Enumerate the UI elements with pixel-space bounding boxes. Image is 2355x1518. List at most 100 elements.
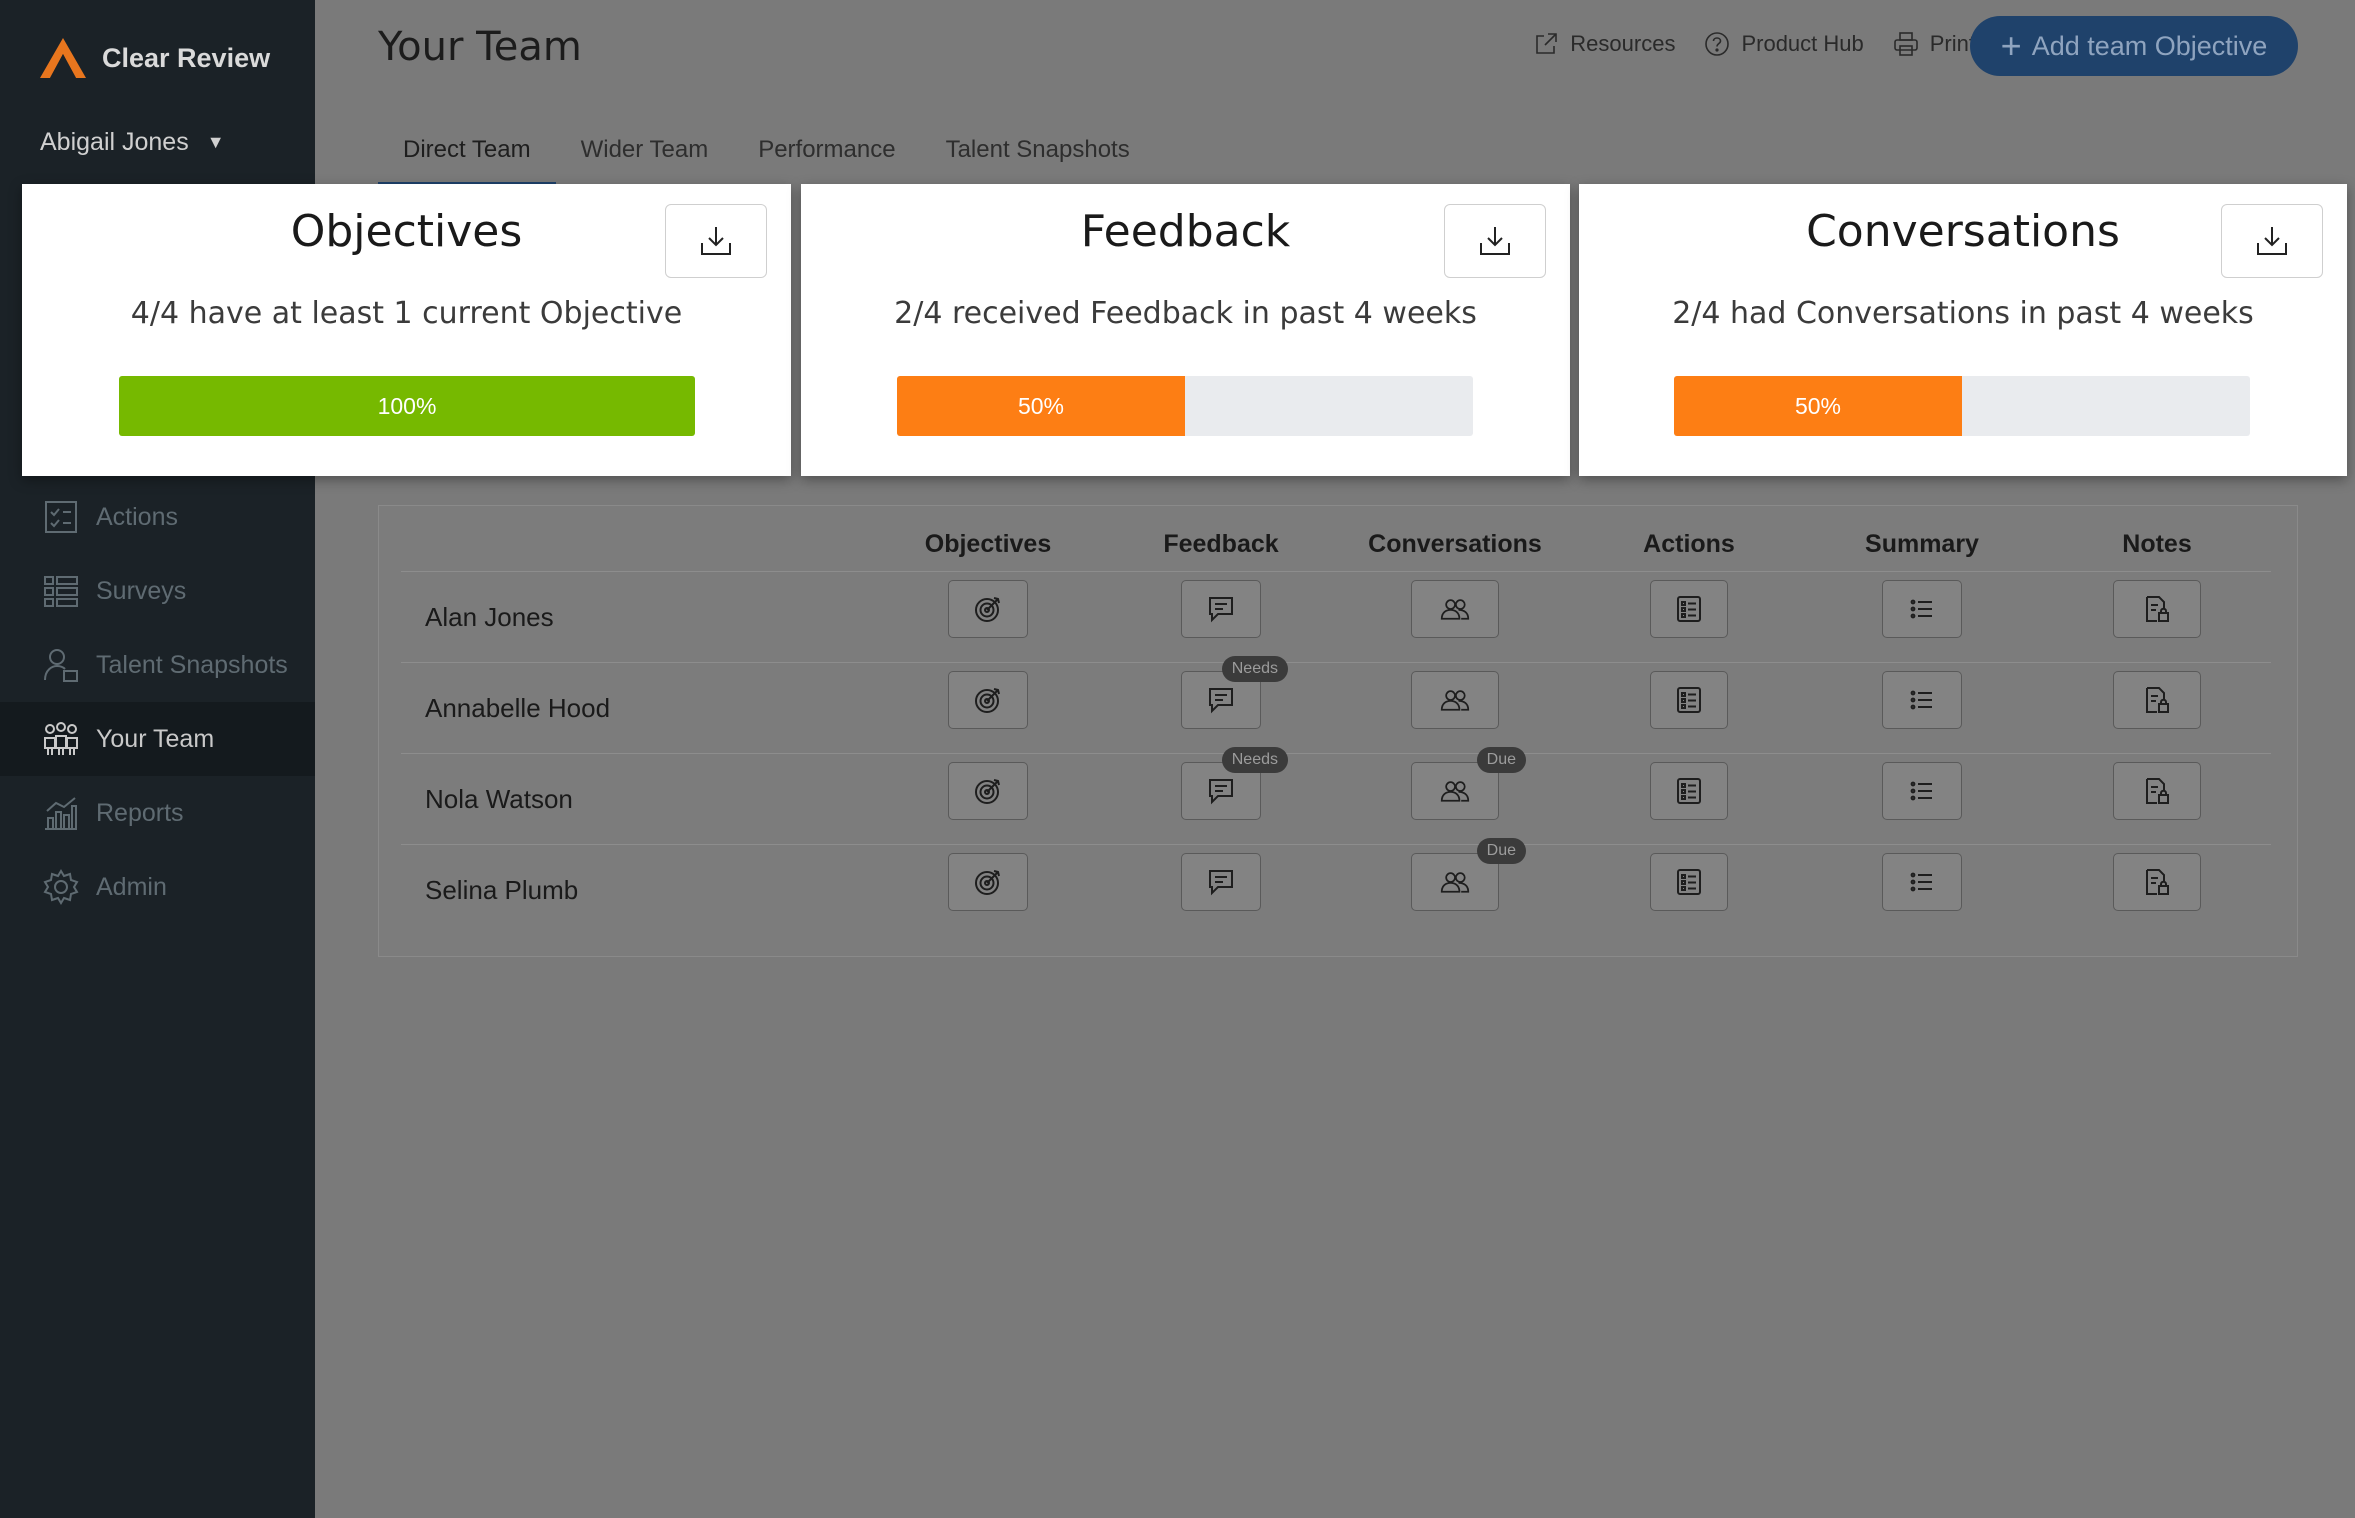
actions-button[interactable]: [1650, 580, 1728, 638]
table-row: Selina Plumb Due: [401, 838, 2271, 935]
conversation-status-badge: Due: [1476, 747, 1526, 773]
sidebar-item-surveys[interactable]: Surveys: [0, 554, 315, 628]
conversations-button[interactable]: [1411, 580, 1499, 638]
actions-button[interactable]: [1650, 853, 1728, 911]
card-subtitle: 4/4 have at least 1 current Objective: [130, 296, 683, 331]
actions-button[interactable]: [1650, 671, 1728, 729]
task-list-icon: [1677, 778, 1701, 804]
team-member-name[interactable]: Alan Jones: [425, 602, 554, 633]
objectives-button[interactable]: [948, 853, 1028, 911]
print-link[interactable]: Print: [1892, 30, 1975, 58]
sidebar-item-talent-snapshots[interactable]: Talent Snapshots: [0, 628, 315, 702]
list-icon: [1910, 872, 1932, 892]
list-icon: [1910, 781, 1932, 801]
caret-down-icon: ▼: [206, 132, 225, 152]
notes-button[interactable]: [2113, 853, 2201, 911]
external-link-icon: [1536, 33, 1558, 54]
download-icon: [2257, 227, 2287, 255]
summary-button[interactable]: [1882, 671, 1962, 729]
objectives-button[interactable]: [948, 671, 1028, 729]
summary-button[interactable]: [1882, 853, 1962, 911]
task-list-icon: [1677, 869, 1701, 895]
add-team-objective-button[interactable]: + Add team Objective: [1970, 16, 2298, 76]
product-hub-label: Product Hub: [1741, 31, 1864, 56]
objectives-summary-card: Objectives 4/4 have at least 1 current O…: [22, 184, 791, 476]
target-icon: [975, 597, 1000, 622]
team-member-name[interactable]: Selina Plumb: [425, 875, 578, 906]
sidebar-item-reports[interactable]: Reports: [0, 776, 315, 850]
tab-wider-team[interactable]: Wider Team: [556, 128, 734, 186]
download-button[interactable]: [2221, 204, 2323, 278]
conversations-button[interactable]: Due: [1411, 838, 1526, 911]
objectives-button[interactable]: [948, 762, 1028, 820]
sidebar-item-actions[interactable]: Actions: [0, 480, 315, 554]
private-notes-icon: [2146, 687, 2169, 713]
print-label: Print: [1929, 31, 1975, 56]
progress-bar: 50%: [1674, 376, 2250, 436]
task-list-icon: [1677, 687, 1701, 713]
conversations-button[interactable]: [1411, 671, 1499, 729]
download-button[interactable]: [665, 204, 767, 278]
feedback-button[interactable]: [1181, 853, 1261, 911]
tab-talent-snapshots[interactable]: Talent Snapshots: [921, 128, 1155, 186]
notes-button[interactable]: [2113, 580, 2201, 638]
progress-fill: 50%: [897, 376, 1185, 436]
task-list-icon: [1677, 596, 1701, 622]
progress-label: 100%: [377, 392, 437, 419]
column-header-feedback: Feedback: [1163, 530, 1279, 558]
app-name: Clear Review: [102, 42, 271, 73]
table-row: Nola Watson Needs Due: [401, 747, 2271, 844]
tab-performance[interactable]: Performance: [733, 128, 920, 186]
objectives-button[interactable]: [948, 580, 1028, 638]
private-notes-icon: [2146, 778, 2169, 804]
user-name: Abigail Jones: [40, 128, 189, 156]
resources-label: Resources: [1570, 31, 1676, 56]
add-team-objective-label: Add team Objective: [2031, 30, 2268, 61]
list-icon: [1910, 599, 1932, 619]
actions-button[interactable]: [1650, 762, 1728, 820]
sidebar-item-label: Surveys: [96, 576, 187, 605]
reports-icon: [45, 797, 77, 830]
feedback-button[interactable]: Needs: [1181, 747, 1288, 820]
progress-fill: 100%: [119, 376, 695, 436]
printer-icon: [1893, 32, 1918, 56]
card-subtitle: 2/4 received Feedback in past 4 weeks: [894, 296, 1477, 331]
chat-bubble-icon: [1209, 870, 1233, 896]
sidebar-item-label: Your Team: [96, 724, 215, 753]
talent-snapshot-icon: [44, 649, 78, 682]
conversations-button[interactable]: Due: [1411, 747, 1526, 820]
user-menu[interactable]: Abigail Jones ▼: [40, 128, 225, 157]
column-header-notes: Notes: [2122, 530, 2192, 558]
sidebar-item-label: Actions: [96, 502, 178, 531]
tab-direct-team[interactable]: Direct Team: [378, 128, 556, 186]
product-hub-link[interactable]: Product Hub: [1703, 30, 1864, 58]
download-button[interactable]: [1444, 204, 1546, 278]
resources-link[interactable]: Resources: [1532, 30, 1675, 58]
team-member-name[interactable]: Nola Watson: [425, 784, 573, 815]
users-icon: [1440, 872, 1470, 893]
feedback-button[interactable]: Needs: [1181, 656, 1288, 729]
notes-button[interactable]: [2113, 671, 2201, 729]
column-header-actions: Actions: [1643, 530, 1735, 558]
page-title: Your Team: [378, 24, 582, 70]
progress-bar: 50%: [897, 376, 1473, 436]
help-circle-icon: [1705, 32, 1730, 56]
checklist-icon: [45, 501, 77, 533]
clear-review-logo-icon: [40, 38, 86, 78]
private-notes-icon: [2146, 596, 2169, 622]
summary-button[interactable]: [1882, 762, 1962, 820]
team-member-name[interactable]: Annabelle Hood: [425, 693, 610, 724]
summary-button[interactable]: [1882, 580, 1962, 638]
chat-bubble-icon: [1209, 597, 1233, 623]
app-logo[interactable]: Clear Review: [38, 36, 270, 80]
team-tabs: Direct Team Wider Team Performance Talen…: [378, 128, 1155, 186]
feedback-button[interactable]: [1181, 580, 1261, 638]
survey-icon: [44, 576, 78, 607]
sidebar-item-admin[interactable]: Admin: [0, 850, 315, 924]
progress-bar: 100%: [119, 376, 695, 436]
notes-button[interactable]: [2113, 762, 2201, 820]
sidebar-item-your-team[interactable]: Your Team: [0, 702, 315, 776]
chat-bubble-icon: [1209, 688, 1233, 714]
list-icon: [1910, 690, 1932, 710]
target-icon: [975, 779, 1000, 804]
